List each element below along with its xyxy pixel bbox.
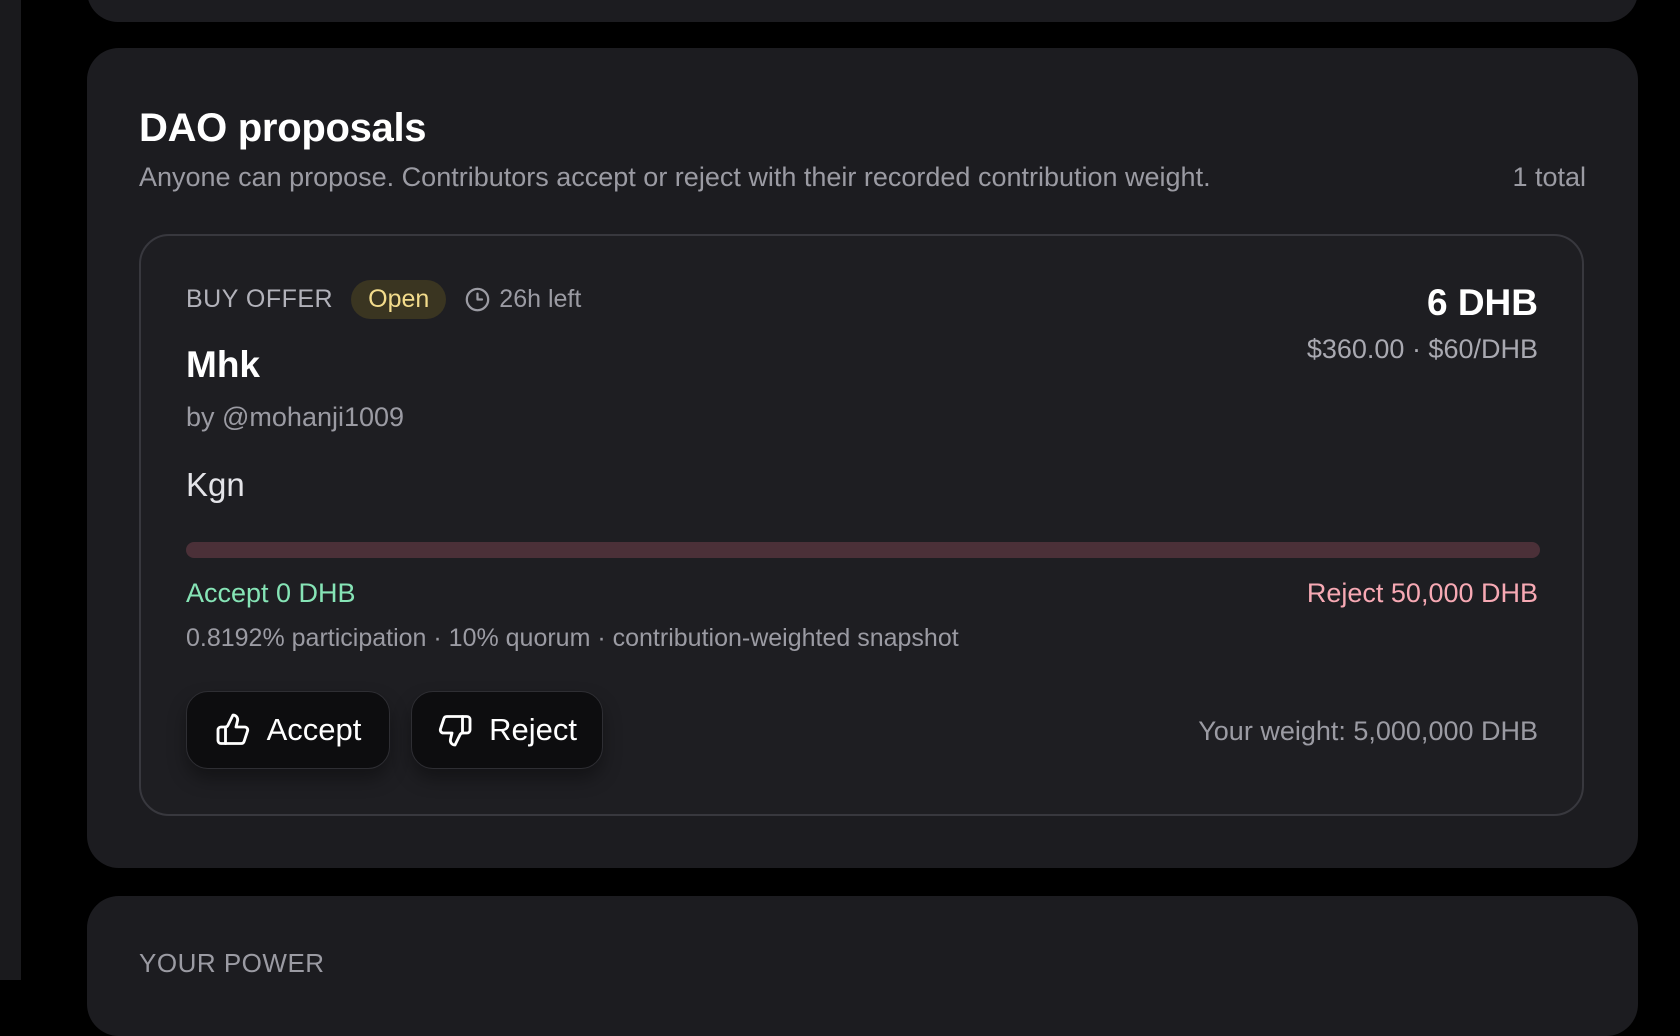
proposal-count: 1 total xyxy=(1512,162,1586,192)
offer-amount: 6 DHB xyxy=(1426,282,1538,323)
your-weight: Your weight: 5,000,000 DHB xyxy=(1198,716,1538,746)
left-edge-panel xyxy=(0,0,21,980)
section-title: DAO proposals xyxy=(139,106,427,150)
reject-button-label: Reject xyxy=(489,712,577,747)
reject-total: Reject 50,000 DHB xyxy=(1306,578,1538,608)
proposal-title: Mhk xyxy=(186,344,260,385)
proposal-type: BUY OFFER xyxy=(186,285,334,313)
vote-progress-bar xyxy=(186,542,1540,558)
clock-icon xyxy=(464,286,491,313)
your-power-card: YOUR POWER xyxy=(87,896,1638,1036)
offer-price: $360.00 · $60/DHB xyxy=(1306,334,1538,364)
participation-info: 0.8192% participation · 10% quorum · con… xyxy=(186,624,959,652)
accept-total: Accept 0 DHB xyxy=(186,578,356,608)
time-left: 26h left xyxy=(464,285,581,314)
proposal-description: Kgn xyxy=(186,466,245,503)
accept-button-label: Accept xyxy=(266,712,362,747)
time-left-label: 26h left xyxy=(499,285,582,313)
proposal-author: by @mohanji1009 xyxy=(186,402,405,432)
previous-section-card xyxy=(87,0,1638,22)
your-power-label: YOUR POWER xyxy=(139,948,325,978)
dao-proposals-card: DAO proposals Anyone can propose. Contri… xyxy=(87,48,1638,868)
proposal-meta: BUY OFFER Open 26h left xyxy=(186,280,581,319)
accept-button[interactable]: Accept xyxy=(186,691,390,769)
proposal-card: BUY OFFER Open 26h left 6 DHB $360.00 · … xyxy=(139,234,1584,816)
status-badge: Open xyxy=(351,280,447,319)
thumbs-up-icon xyxy=(215,712,251,748)
thumbs-down-icon xyxy=(437,712,473,748)
reject-button[interactable]: Reject xyxy=(411,691,603,769)
section-subtitle: Anyone can propose. Contributors accept … xyxy=(139,162,1211,192)
